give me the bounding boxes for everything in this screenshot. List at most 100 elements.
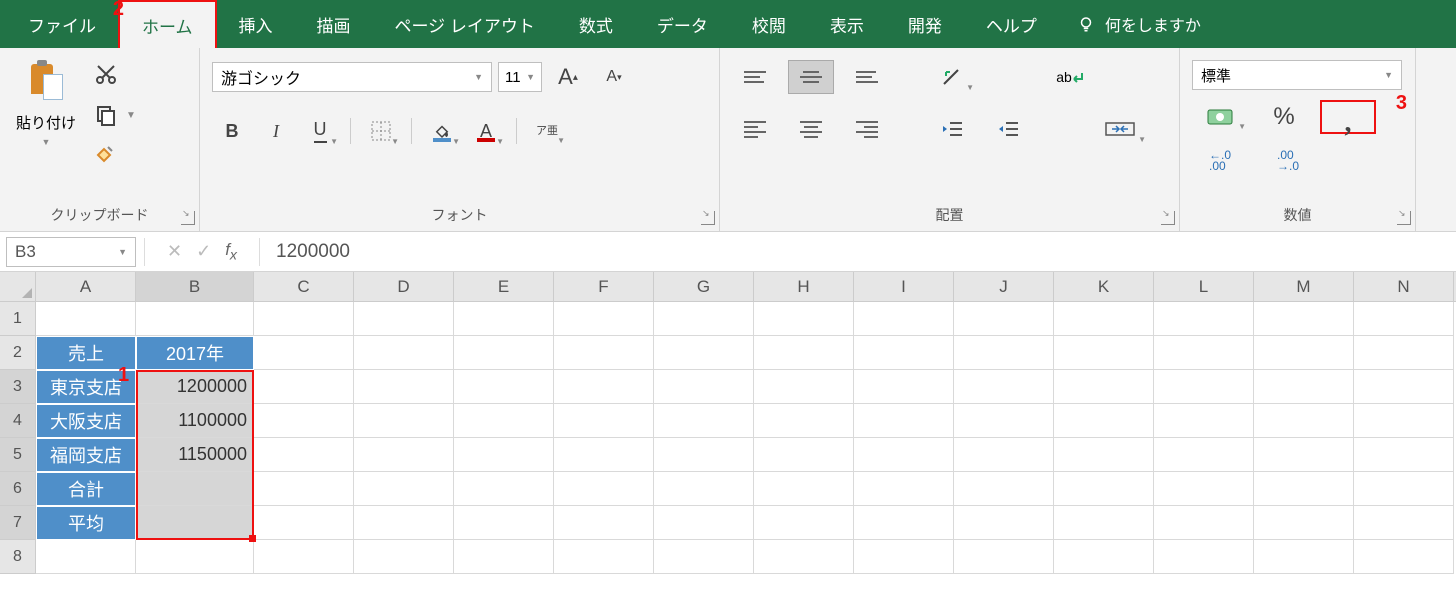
cell-C5[interactable] xyxy=(254,438,354,472)
column-header-G[interactable]: G xyxy=(654,272,754,301)
cell-N1[interactable] xyxy=(1354,302,1454,336)
cell-K7[interactable] xyxy=(1054,506,1154,540)
cell-I4[interactable] xyxy=(854,404,954,438)
cell-M6[interactable] xyxy=(1254,472,1354,506)
cell-F7[interactable] xyxy=(554,506,654,540)
font-name-combo[interactable]: 游ゴシック▼ xyxy=(212,62,492,92)
cell-K1[interactable] xyxy=(1054,302,1154,336)
cell-C3[interactable] xyxy=(254,370,354,404)
tab-developer[interactable]: 開発 xyxy=(886,0,964,48)
cell-C4[interactable] xyxy=(254,404,354,438)
fill-color-button[interactable]: ▼ xyxy=(422,114,462,148)
merge-center-button[interactable]: ▼ xyxy=(1092,112,1148,146)
tab-file[interactable]: ファイル 2 xyxy=(6,0,118,48)
cell-M3[interactable] xyxy=(1254,370,1354,404)
cell-G5[interactable] xyxy=(654,438,754,472)
column-header-N[interactable]: N xyxy=(1354,272,1454,301)
cell-G2[interactable] xyxy=(654,336,754,370)
row-header-8[interactable]: 8 xyxy=(0,540,36,574)
row-header-6[interactable]: 6 xyxy=(0,472,36,506)
cell-H5[interactable] xyxy=(754,438,854,472)
cell-D2[interactable] xyxy=(354,336,454,370)
cell-J2[interactable] xyxy=(954,336,1054,370)
cell-L5[interactable] xyxy=(1154,438,1254,472)
cell-B8[interactable] xyxy=(136,540,254,574)
cell-M2[interactable] xyxy=(1254,336,1354,370)
cut-button[interactable] xyxy=(94,62,136,89)
cell-J3[interactable] xyxy=(954,370,1054,404)
row-header-3[interactable]: 3 xyxy=(0,370,36,404)
cell-I2[interactable] xyxy=(854,336,954,370)
tab-home[interactable]: ホーム xyxy=(118,0,217,48)
cell-H7[interactable] xyxy=(754,506,854,540)
cell-B6[interactable] xyxy=(136,472,254,506)
cell-N6[interactable] xyxy=(1354,472,1454,506)
cell-H2[interactable] xyxy=(754,336,854,370)
paste-label[interactable]: 貼り付け xyxy=(16,112,76,133)
cell-G3[interactable] xyxy=(654,370,754,404)
column-header-K[interactable]: K xyxy=(1054,272,1154,301)
name-box[interactable]: B3▼ xyxy=(6,237,136,267)
cell-H4[interactable] xyxy=(754,404,854,438)
align-top-button[interactable] xyxy=(732,60,778,94)
row-header-7[interactable]: 7 xyxy=(0,506,36,540)
cell-K4[interactable] xyxy=(1054,404,1154,438)
cell-L3[interactable] xyxy=(1154,370,1254,404)
orientation-button[interactable]: ▼ xyxy=(930,60,976,94)
tab-pagelayout[interactable]: ページ レイアウト xyxy=(373,0,557,48)
cell-H1[interactable] xyxy=(754,302,854,336)
align-right-button[interactable] xyxy=(844,112,890,146)
cell-C2[interactable] xyxy=(254,336,354,370)
cell-E4[interactable] xyxy=(454,404,554,438)
cell-M1[interactable] xyxy=(1254,302,1354,336)
cell-E8[interactable] xyxy=(454,540,554,574)
cell-K6[interactable] xyxy=(1054,472,1154,506)
cell-I3[interactable] xyxy=(854,370,954,404)
column-header-E[interactable]: E xyxy=(454,272,554,301)
column-header-M[interactable]: M xyxy=(1254,272,1354,301)
bold-button[interactable]: B xyxy=(212,114,252,148)
cell-E2[interactable] xyxy=(454,336,554,370)
cell-D1[interactable] xyxy=(354,302,454,336)
cell-E5[interactable] xyxy=(454,438,554,472)
cell-N7[interactable] xyxy=(1354,506,1454,540)
cell-M4[interactable] xyxy=(1254,404,1354,438)
column-header-I[interactable]: I xyxy=(854,272,954,301)
cell-K5[interactable] xyxy=(1054,438,1154,472)
cell-N2[interactable] xyxy=(1354,336,1454,370)
column-header-H[interactable]: H xyxy=(754,272,854,301)
cell-N3[interactable] xyxy=(1354,370,1454,404)
tab-review[interactable]: 校閲 xyxy=(730,0,808,48)
column-header-B[interactable]: B xyxy=(136,272,254,301)
cell-B7[interactable] xyxy=(136,506,254,540)
column-header-L[interactable]: L xyxy=(1154,272,1254,301)
cell-G6[interactable] xyxy=(654,472,754,506)
cell-L4[interactable] xyxy=(1154,404,1254,438)
tab-data[interactable]: データ xyxy=(635,0,730,48)
tab-draw[interactable]: 描画 xyxy=(295,0,373,48)
number-format-combo[interactable]: 標準▼ xyxy=(1192,60,1402,90)
cell-A6[interactable]: 合計 xyxy=(36,472,136,506)
cancel-formula-icon[interactable]: ✕ xyxy=(167,241,182,262)
select-all-corner[interactable] xyxy=(0,272,36,301)
cell-N4[interactable] xyxy=(1354,404,1454,438)
cell-L7[interactable] xyxy=(1154,506,1254,540)
cell-A1[interactable] xyxy=(36,302,136,336)
cell-B4[interactable]: 1100000 xyxy=(136,404,254,438)
formula-value[interactable]: 1200000 xyxy=(268,241,350,263)
cell-L8[interactable] xyxy=(1154,540,1254,574)
tellme[interactable]: 何をしますか xyxy=(1077,0,1201,48)
cell-J8[interactable] xyxy=(954,540,1054,574)
cell-D7[interactable] xyxy=(354,506,454,540)
cell-I1[interactable] xyxy=(854,302,954,336)
cell-H3[interactable] xyxy=(754,370,854,404)
cell-K3[interactable] xyxy=(1054,370,1154,404)
cell-D4[interactable] xyxy=(354,404,454,438)
column-header-J[interactable]: J xyxy=(954,272,1054,301)
align-center-button[interactable] xyxy=(788,112,834,146)
cell-L2[interactable] xyxy=(1154,336,1254,370)
increase-indent-button[interactable] xyxy=(986,112,1032,146)
cell-E3[interactable] xyxy=(454,370,554,404)
cell-D8[interactable] xyxy=(354,540,454,574)
shrink-font-button[interactable]: A▾ xyxy=(594,60,634,94)
